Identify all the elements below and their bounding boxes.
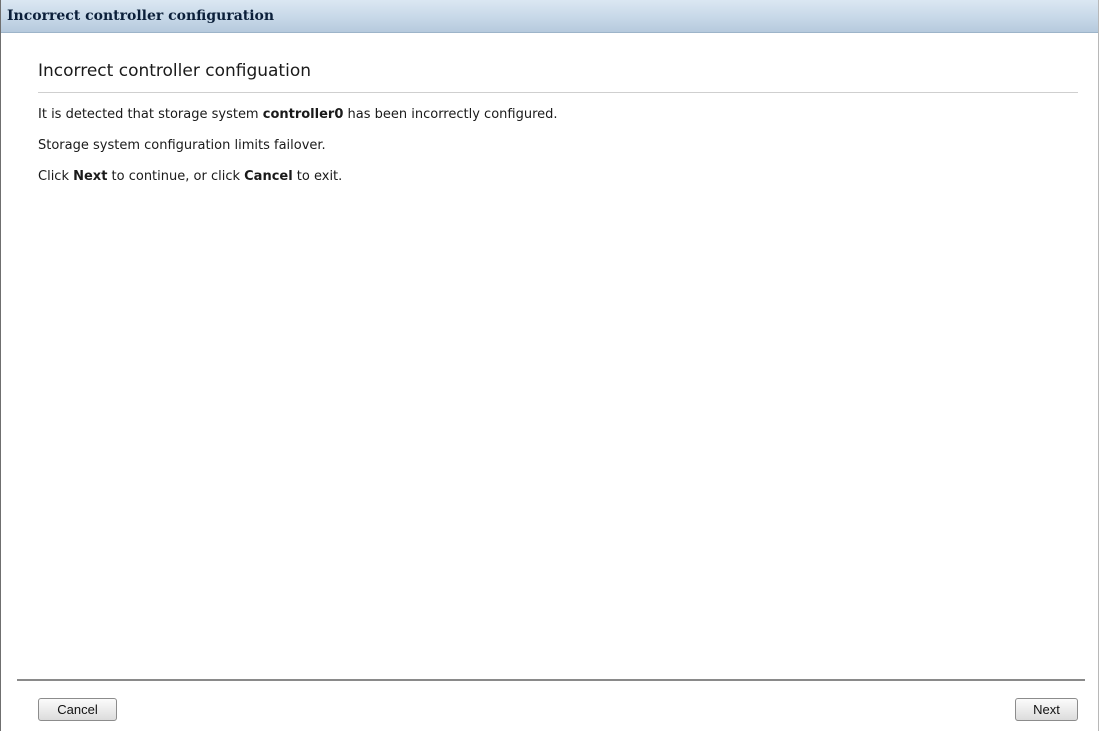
instruction-prefix: Click [38, 169, 74, 184]
next-button[interactable]: Next [1015, 698, 1078, 721]
failover-message: Storage system configuration limits fail… [38, 138, 326, 153]
detection-message-suffix: has been incorrectly configured. [343, 107, 558, 122]
dialog-window: Incorrect controller configuration Incor… [0, 0, 1099, 731]
controller-name: controller0 [262, 107, 344, 122]
detection-message: It is detected that storage system contr… [38, 107, 1078, 138]
instruction-message: Click Next to continue, or click Cancel … [38, 169, 1078, 200]
cancel-button[interactable]: Cancel [38, 698, 117, 721]
title-bar: Incorrect controller configuration [1, 0, 1098, 33]
instruction-middle: to continue, or click [107, 169, 245, 184]
instruction-suffix: to exit. [292, 169, 343, 184]
instruction-next-word: Next [73, 169, 108, 184]
dialog-content: Incorrect controller configuation It is … [38, 60, 1078, 200]
detection-message-prefix: It is detected that storage system [38, 107, 263, 122]
heading-divider [38, 92, 1078, 93]
footer-divider [17, 679, 1085, 681]
window-title: Incorrect controller configuration [7, 8, 275, 24]
instruction-cancel-word: Cancel [244, 169, 293, 184]
page-heading: Incorrect controller configuation [38, 61, 311, 81]
